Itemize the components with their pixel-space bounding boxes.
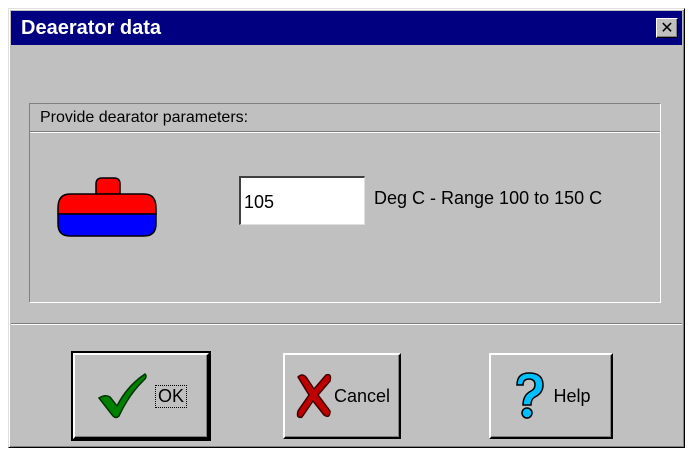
ok-button[interactable]: OK [71,351,211,441]
deaerator-dialog: Deaerator data ✕ Provide dearator parame… [8,8,685,448]
red-x-icon [296,373,332,419]
group-header: Provide dearator parameters: [30,104,660,132]
parameters-group: Provide dearator parameters: Deg C - Ran… [29,103,661,303]
help-button[interactable]: Help [489,353,613,439]
close-icon: ✕ [660,18,674,37]
dialog-body: Provide dearator parameters: Deg C - Ran… [11,45,682,445]
title-bar[interactable]: Deaerator data ✕ [11,11,682,45]
window-title: Deaerator data [21,17,162,39]
cancel-button[interactable]: Cancel [283,353,401,439]
ok-label: OK [154,384,187,408]
help-label: Help [553,385,591,406]
group-label: Provide dearator parameters: [40,109,249,126]
question-mark-icon [516,372,545,419]
temperature-input[interactable] [239,176,365,225]
deaerator-tank-icon [57,177,157,237]
checkmark-icon [97,373,147,419]
divider [11,323,682,325]
close-button[interactable]: ✕ [656,18,678,38]
cancel-label: Cancel [333,385,391,406]
temperature-range-label: Deg C - Range 100 to 150 C [374,188,603,208]
